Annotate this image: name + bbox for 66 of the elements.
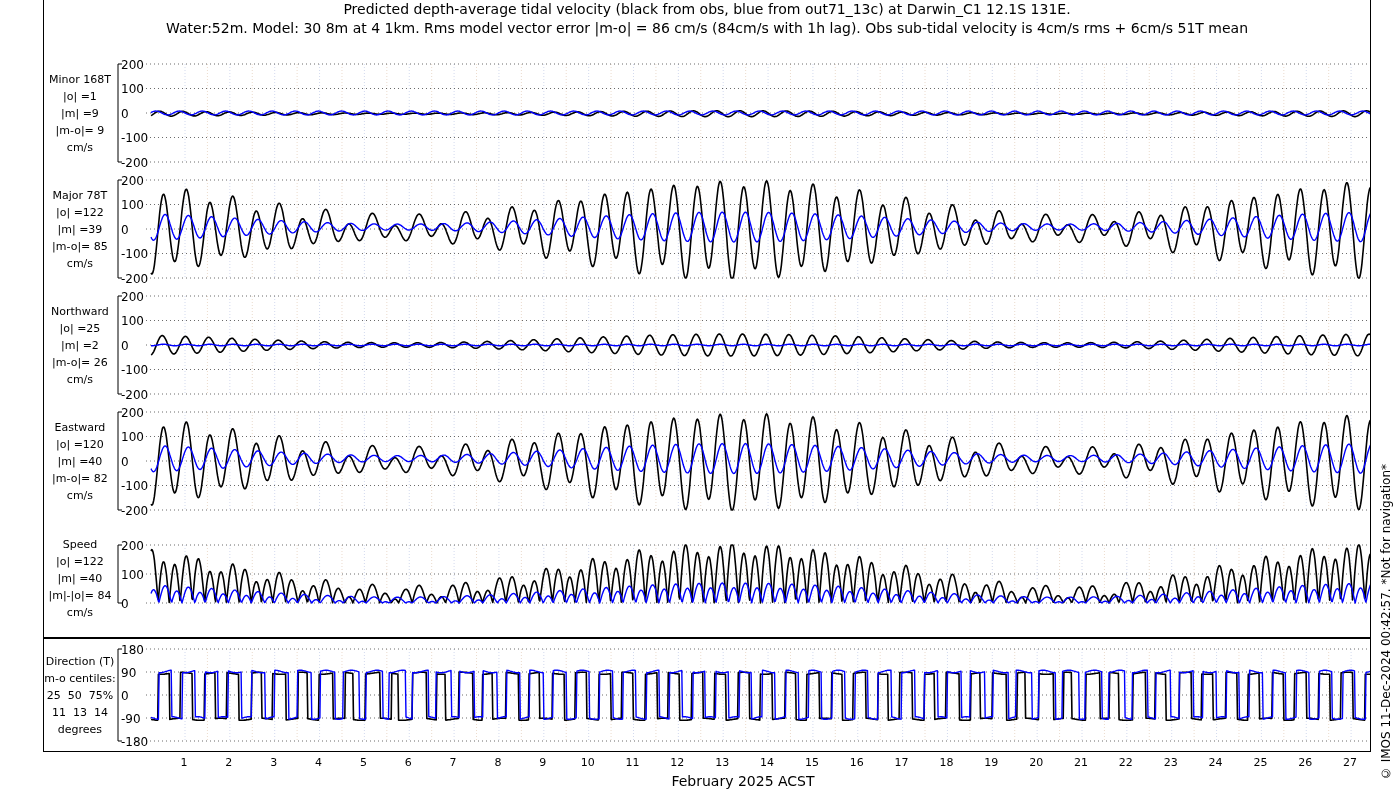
panel-label: Speed |o| =122 |m| =40 |m|-|o|= 84 cm/s [48, 536, 112, 621]
day-tick-label: 23 [1163, 756, 1178, 769]
day-tick-label: 4 [315, 756, 323, 769]
panel-label: Direction (T) m-o centiles: 25 50 75% 11 13 14 degrees [44, 653, 116, 738]
chart-title: Predicted depth-average tidal velocity (black from obs, blue from out71_13c) at Darwin_C1 12.1S 131E. [342, 0, 1072, 19]
panel-label: Major 78T |o| =122 |m| =39 |m-o|= 85 cm/s [52, 187, 108, 272]
day-tick-label: 27 [1343, 756, 1358, 769]
axis-tick-label: 0 [120, 338, 129, 353]
day-tick-label: 7 [449, 756, 457, 769]
axis-tick-label: 0 [120, 688, 129, 703]
axis-tick-label: 100 [120, 198, 144, 212]
day-tick-label: 16 [849, 756, 864, 769]
day-tick-label: 26 [1298, 756, 1313, 769]
axis-tick-label: -200 [120, 503, 149, 518]
axis-tick-label: -100 [120, 479, 149, 493]
axis-tick-label: -180 [120, 734, 149, 749]
axis-tick-label: 180 [120, 642, 144, 657]
day-tick-label: 19 [984, 756, 999, 769]
axis-tick-label: -200 [120, 271, 149, 286]
day-tick-label: 15 [804, 756, 819, 769]
day-tick-label: 22 [1118, 756, 1133, 769]
day-tick-label: 18 [939, 756, 954, 769]
axis-tick-label: 100 [120, 82, 144, 96]
axis-tick-label: 200 [120, 57, 144, 72]
axis-tick-label: 0 [120, 222, 129, 237]
day-tick-label: 25 [1253, 756, 1268, 769]
axis-tick-label: 200 [120, 173, 144, 188]
axis-tick-label: -100 [120, 247, 149, 261]
day-tick-label: 20 [1029, 756, 1044, 769]
credit-note: © IMOS 11-Dec-2024 00:42:57. *Not for navigation* [1378, 463, 1393, 780]
day-tick-label: 11 [625, 756, 640, 769]
day-tick-label: 12 [670, 756, 685, 769]
axis-tick-label: -100 [120, 363, 149, 377]
panel-label: Northward |o| =25 |m| =2 |m-o|= 26 cm/s [51, 303, 109, 388]
chart-subtitle: Water:52m. Model: 30 8m at 4 1km. Rms model vector error |m-o| = 86 cm/s (84cm/s with 1h lag). Obs sub-tidal velocity is 4cm/s rms + 6cm/s 51T mean [165, 19, 1249, 38]
axis-tick-label: 0 [120, 106, 129, 121]
day-tick-label: 10 [580, 756, 595, 769]
day-tick-label: 3 [270, 756, 278, 769]
day-tick-label: 8 [494, 756, 502, 769]
axis-tick-label: 0 [120, 454, 129, 469]
axis-tick-label: 100 [120, 314, 144, 328]
day-tick-label: 24 [1208, 756, 1223, 769]
axis-tick-label: 100 [120, 430, 144, 444]
axis-tick-label: 200 [120, 289, 144, 304]
axis-tick-label: -200 [120, 155, 149, 170]
panel-label: Minor 168T |o| =1 |m| =9 |m-o|= 9 cm/s [48, 71, 111, 156]
day-tick-label: 14 [760, 756, 775, 769]
day-tick-label: 6 [404, 756, 412, 769]
axis-tick-label: 100 [120, 567, 144, 582]
day-tick-label: 17 [894, 756, 909, 769]
axis-tick-label: 90 [120, 665, 137, 680]
day-tick-label: 1 [180, 756, 188, 769]
panel-label: Eastward |o| =120 |m| =40 |m-o|= 82 cm/s [52, 419, 108, 504]
axis-tick-label: -100 [120, 131, 149, 145]
axis-tick-label: -90 [120, 711, 141, 726]
day-tick-label: 2 [225, 756, 233, 769]
day-tick-label: 21 [1074, 756, 1088, 769]
axis-tick-label: 200 [120, 538, 144, 553]
x-axis-label: February 2025 ACST [670, 773, 816, 789]
day-tick-label: 9 [539, 756, 547, 769]
axis-tick-label: 0 [120, 596, 129, 611]
day-tick-label: 13 [715, 756, 730, 769]
axis-tick-label: -200 [120, 387, 149, 402]
y-axis [117, 544, 123, 604]
day-tick-label: 5 [359, 756, 367, 769]
axis-tick-label: 200 [120, 405, 144, 420]
